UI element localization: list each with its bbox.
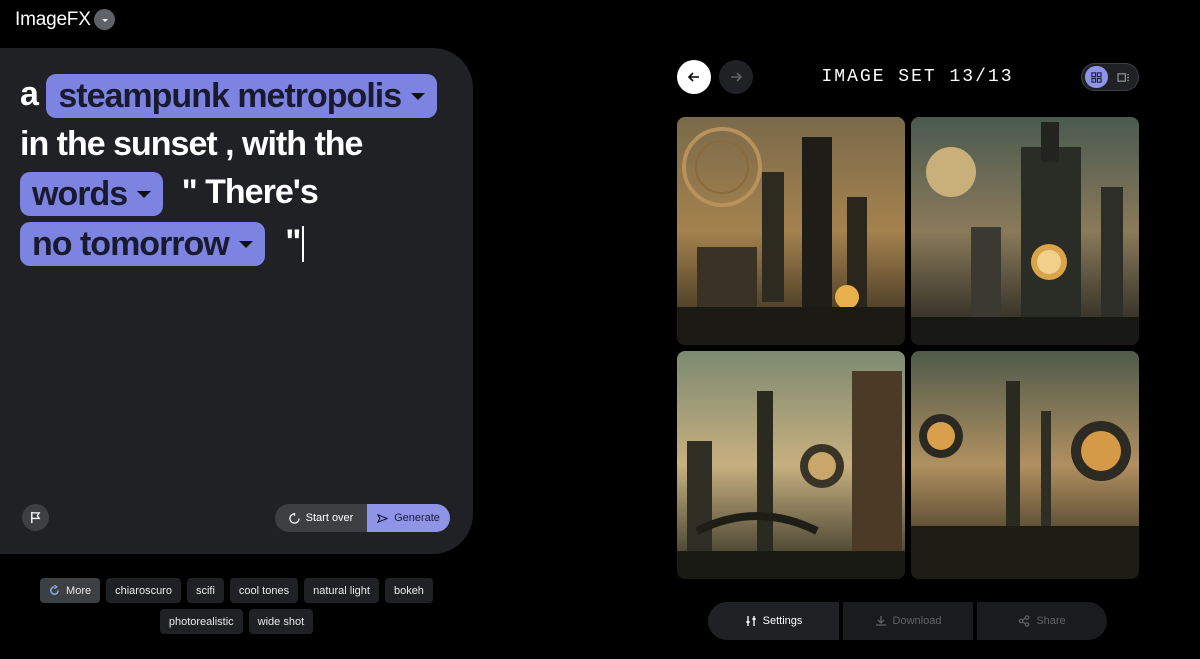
arrow-left-icon	[687, 72, 699, 82]
prompt-editor[interactable]: a steampunk metropolis in the sunset , w…	[20, 70, 460, 268]
generate-button[interactable]: Generate	[367, 504, 450, 532]
sparkle-send-icon	[377, 513, 389, 523]
text-cursor	[302, 226, 305, 263]
download-icon	[875, 616, 886, 626]
more-label: More	[66, 584, 92, 597]
viewer-actions: Settings Download Share	[708, 602, 1107, 640]
prompt-text-quote-open: " There's	[181, 173, 319, 212]
suggestion-chips: More chiaroscuro scifi cool tones natura…	[0, 578, 473, 634]
next-set-button[interactable]	[719, 60, 753, 94]
generated-image[interactable]	[911, 351, 1139, 579]
prompt-chip-label: no tomorrow	[32, 225, 230, 264]
prompt-chip-label: words	[32, 175, 128, 214]
download-button[interactable]: Download	[843, 602, 973, 640]
settings-button[interactable]: Settings	[708, 602, 839, 640]
suggestion-chip[interactable]: cool tones	[229, 578, 299, 603]
view-toggle	[1081, 63, 1139, 91]
download-label: Download	[892, 615, 942, 627]
prompt-text-quote-close: "	[285, 223, 301, 262]
generated-image[interactable]	[911, 117, 1139, 345]
prompt-panel: a steampunk metropolis in the sunset , w…	[0, 48, 473, 554]
refresh-icon	[288, 512, 300, 524]
suggestion-chip[interactable]: bokeh	[384, 578, 433, 603]
share-label: Share	[1036, 615, 1066, 627]
generated-image[interactable]	[677, 117, 905, 345]
prompt-text-a: a	[20, 75, 39, 113]
suggestion-chip[interactable]: photorealistic	[159, 609, 243, 634]
steampunk-city-image	[677, 351, 905, 579]
grid-view-button[interactable]	[1085, 66, 1108, 88]
steampunk-city-image	[911, 117, 1139, 345]
chevron-down-icon	[101, 18, 108, 22]
start-over-button[interactable]: Start over	[275, 504, 367, 532]
steampunk-city-image	[911, 351, 1139, 579]
generate-label: Generate	[394, 512, 440, 524]
previous-set-button[interactable]	[677, 60, 711, 94]
image-grid	[677, 117, 1139, 579]
prompt-chip-label: steampunk metropolis	[58, 77, 402, 116]
more-suggestions-button[interactable]: More	[40, 578, 101, 603]
app-menu-button[interactable]	[94, 9, 115, 30]
suggestion-chip[interactable]: chiaroscuro	[106, 578, 181, 603]
prompt-chip-words[interactable]: words	[20, 172, 164, 217]
steampunk-city-image	[677, 117, 905, 345]
arrow-right-icon	[731, 72, 743, 82]
prompt-text-line2: in the sunset , with the	[20, 125, 363, 164]
chevron-down-icon	[238, 240, 253, 248]
suggestion-chip[interactable]: scifi	[186, 578, 224, 603]
report-button[interactable]	[22, 504, 49, 531]
single-view-button[interactable]	[1112, 66, 1135, 88]
app-title: ImageFX	[15, 9, 91, 30]
suggestion-chip[interactable]: natural light	[304, 578, 379, 603]
refresh-icon	[50, 585, 59, 595]
grid-view-icon	[1091, 71, 1102, 83]
start-over-label: Start over	[305, 512, 354, 524]
chevron-down-icon	[411, 92, 426, 100]
single-view-icon	[1117, 72, 1129, 82]
share-button[interactable]: Share	[977, 602, 1107, 640]
image-set-title: IMAGE SET 13/13	[821, 67, 1014, 87]
share-icon	[1019, 615, 1030, 627]
settings-label: Settings	[762, 615, 803, 627]
prompt-chip-phrase[interactable]: no tomorrow	[20, 222, 265, 267]
flag-icon	[31, 511, 41, 524]
prompt-chip-subject[interactable]: steampunk metropolis	[46, 74, 438, 119]
prompt-actions: Start over Generate	[275, 504, 450, 532]
generated-image[interactable]	[677, 351, 905, 579]
suggestion-chip[interactable]: wide shot	[248, 609, 314, 634]
sliders-icon	[746, 616, 756, 626]
chevron-down-icon	[137, 190, 152, 198]
